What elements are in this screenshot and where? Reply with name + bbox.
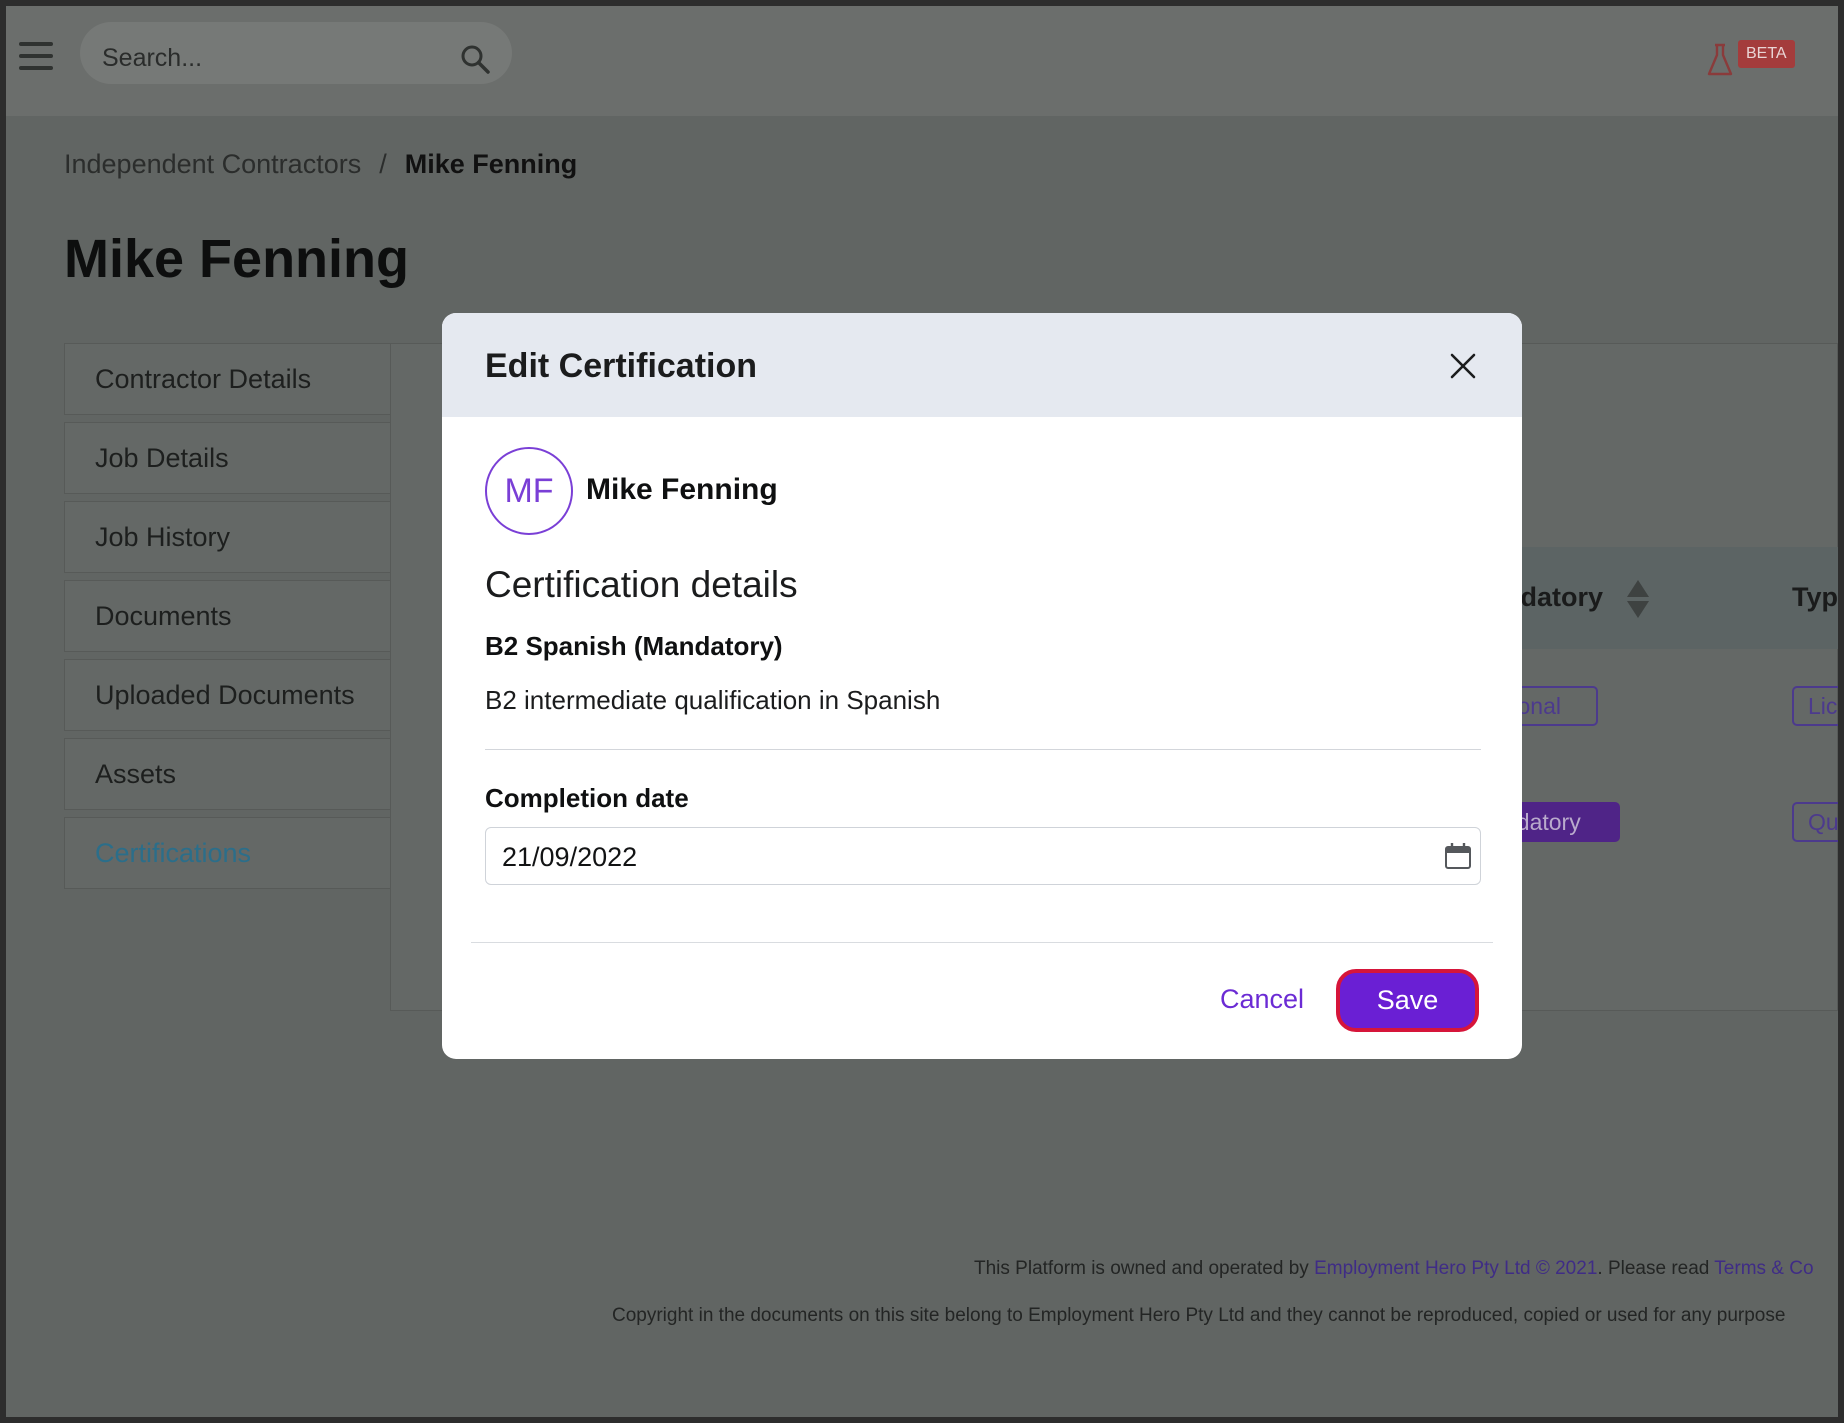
divider [485, 749, 1481, 750]
sidebar-item-documents[interactable]: Documents [64, 580, 392, 652]
certification-name: B2 Spanish (Mandatory) [485, 631, 783, 661]
search-input[interactable]: Search... [102, 44, 202, 73]
calendar-icon[interactable] [1444, 842, 1472, 870]
page-title: Mike Fenning [64, 229, 410, 289]
footer-text: This Platform is owned and operated by [974, 1258, 1315, 1279]
sort-icon[interactable] [1625, 578, 1651, 620]
avatar: MF [485, 447, 573, 535]
footer-copyright: Copyright in the documents on this site … [612, 1305, 1786, 1326]
completion-date-label: Completion date [485, 783, 689, 813]
type-tag: Qu [1792, 802, 1844, 842]
footer-company-link[interactable]: Employment Hero Pty Ltd © 2021 [1314, 1258, 1597, 1279]
modal-title: Edit Certification [485, 347, 758, 385]
save-button[interactable]: Save [1336, 969, 1479, 1032]
completion-date-value[interactable]: 21/09/2022 [502, 842, 637, 873]
person-name: Mike Fenning [586, 473, 778, 506]
completion-date-field[interactable]: 21/09/2022 [485, 827, 1481, 885]
breadcrumb-parent-link[interactable]: Independent Contractors [64, 149, 361, 180]
certification-description: B2 intermediate qualification in Spanish [485, 685, 941, 715]
breadcrumb-current: Mike Fenning [404, 149, 578, 179]
close-icon[interactable] [1448, 351, 1478, 381]
sidebar-item-uploaded-documents[interactable]: Uploaded Documents [64, 659, 392, 731]
sidebar-item-job-details[interactable]: Job Details [64, 422, 392, 494]
beta-flask-icon[interactable] [1706, 42, 1734, 78]
search-icon[interactable] [460, 44, 490, 74]
type-tag: Lic [1792, 686, 1844, 726]
column-header-type[interactable]: Typ [1792, 582, 1838, 613]
footer-text: . Please read [1597, 1258, 1715, 1279]
sidebar-item-contractor-details[interactable]: Contractor Details [64, 343, 392, 415]
edit-certification-modal: Edit Certification MF Mike Fenning Certi… [442, 313, 1522, 1059]
section-heading: Certification details [485, 564, 798, 605]
breadcrumb: Independent Contractors / Mike Fenning [64, 149, 577, 180]
footer-divider [471, 942, 1493, 943]
sidebar-nav: Contractor Details Job Details Job Histo… [64, 343, 392, 896]
hamburger-menu-icon[interactable] [19, 42, 53, 70]
sidebar-item-job-history[interactable]: Job History [64, 501, 392, 573]
beta-badge: BETA [1738, 40, 1795, 68]
breadcrumb-separator: / [379, 149, 387, 179]
footer-terms-link[interactable]: Terms & Co [1714, 1258, 1813, 1279]
footer-ownership: This Platform is owned and operated by E… [974, 1258, 1814, 1280]
sidebar-item-certifications[interactable]: Certifications [64, 817, 392, 889]
modal-header: Edit Certification [442, 313, 1522, 417]
cancel-button[interactable]: Cancel [1220, 984, 1304, 1015]
sidebar-item-assets[interactable]: Assets [64, 738, 392, 810]
